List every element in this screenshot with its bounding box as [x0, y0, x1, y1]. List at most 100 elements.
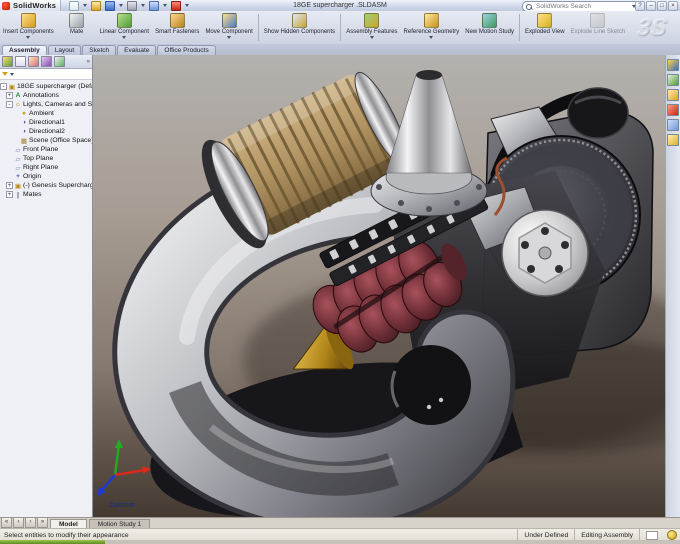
dimxpertmanager-tab-icon[interactable]	[41, 56, 52, 67]
tab-scroll-right-button[interactable]: ›	[25, 517, 36, 528]
tab-assembly[interactable]: Assembly	[2, 45, 47, 55]
linear-component-dropdown-icon[interactable]	[122, 36, 126, 39]
undo-dropdown-icon[interactable]	[163, 4, 167, 7]
tree-item-mates[interactable]: + ∥ Mates	[0, 190, 92, 199]
orientation-triad-icon[interactable]	[95, 437, 155, 499]
maximize-button[interactable]: □	[657, 1, 667, 11]
mate-icon	[69, 13, 84, 28]
pulley-hub[interactable]	[502, 210, 588, 296]
reference-geometry-button[interactable]: Reference Geometry	[401, 11, 463, 44]
open-icon[interactable]	[91, 1, 101, 11]
help-button[interactable]: ?	[635, 1, 645, 11]
tree-item-top-plane[interactable]: ▱ Top Plane	[0, 154, 92, 163]
save-icon[interactable]	[105, 1, 115, 11]
insert-components-button[interactable]: Insert Components	[0, 11, 57, 44]
tree-item-label: Right Plane	[23, 164, 58, 171]
tree-item-front-plane[interactable]: ▱ Front Plane	[0, 145, 92, 154]
panel-tabs: »	[0, 55, 92, 69]
button-label: Assembly Features	[346, 29, 397, 36]
close-button[interactable]: ×	[668, 1, 678, 11]
mate-button[interactable]: Mate	[57, 11, 97, 44]
filter-icon	[2, 72, 8, 76]
graphics-viewport[interactable]: Custom	[93, 55, 665, 517]
undo-icon[interactable]	[149, 1, 159, 11]
assembly-features-button[interactable]: Assembly Features	[343, 11, 400, 44]
insert-components-dropdown-icon[interactable]	[26, 36, 30, 39]
print-dropdown-icon[interactable]	[141, 4, 145, 7]
print-icon[interactable]	[127, 1, 137, 11]
minimize-button[interactable]: –	[646, 1, 656, 11]
assembly-features-dropdown-icon[interactable]	[370, 36, 374, 39]
featuremanager-tree-tab-icon[interactable]	[2, 56, 13, 67]
new-motion-study-button[interactable]: New Motion Study	[462, 11, 517, 44]
tree-item-annotations[interactable]: + A Annotations	[0, 91, 92, 100]
move-component-dropdown-icon[interactable]	[227, 36, 231, 39]
quick-tips-icon[interactable]	[667, 530, 677, 540]
tab-scroll-last-button[interactable]: »	[37, 517, 48, 528]
show-hidden-components-button[interactable]: Show Hidden Components	[261, 11, 338, 44]
plane-icon: ▱	[14, 164, 22, 172]
search-input[interactable]	[534, 2, 630, 11]
exploded-view-button[interactable]: Exploded View	[522, 11, 568, 44]
expander-icon[interactable]: +	[6, 92, 13, 99]
design-library-icon[interactable]	[667, 74, 679, 86]
reference-geometry-dropdown-icon[interactable]	[429, 36, 433, 39]
expander-icon[interactable]: +	[6, 182, 13, 189]
filter-dropdown-icon[interactable]	[10, 73, 14, 76]
tab-layout[interactable]: Layout	[48, 45, 82, 55]
file-explorer-icon[interactable]	[667, 89, 679, 101]
tab-evaluate[interactable]: Evaluate	[117, 45, 156, 55]
tree-item-genesis-supercharger[interactable]: + ▣ (-) Genesis Supercharger Final	[0, 181, 92, 190]
rebuild-icon[interactable]	[171, 1, 181, 11]
options-dropdown-icon[interactable]	[185, 4, 189, 7]
expander-icon[interactable]: -	[6, 101, 13, 108]
tree-item-ambient[interactable]: ● Ambient	[0, 109, 92, 118]
linear-component-button[interactable]: Linear Component	[97, 11, 152, 44]
tree-item-origin[interactable]: + Origin	[0, 172, 92, 181]
inlet-cavity[interactable]	[391, 345, 471, 425]
new-document-icon[interactable]	[69, 1, 79, 11]
tab-scroll-left-button[interactable]: ‹	[13, 517, 24, 528]
part-icon: ▣	[14, 182, 22, 190]
propertymanager-tab-icon[interactable]	[15, 56, 26, 67]
linear-component-pattern-icon	[117, 13, 132, 28]
tab-scroll-first-button[interactable]: «	[1, 517, 12, 528]
tree-item-right-plane[interactable]: ▱ Right Plane	[0, 163, 92, 172]
exploded-view-icon	[537, 13, 552, 28]
app-menu-button[interactable]: SolidWorks	[0, 0, 61, 11]
explode-line-sketch-button: Explode Line Sketch	[568, 11, 629, 44]
move-component-icon	[222, 13, 237, 28]
button-label: Mate	[70, 29, 83, 36]
new-dropdown-icon[interactable]	[83, 4, 87, 7]
tree-filter-row[interactable]	[0, 69, 92, 80]
move-component-button[interactable]: Move Component	[202, 11, 255, 44]
custom-properties-icon[interactable]	[667, 134, 679, 146]
reference-geometry-icon	[424, 13, 439, 28]
configurationmanager-tab-icon[interactable]	[28, 56, 39, 67]
bottom-strip	[0, 540, 680, 544]
tree-item-lights-cameras-scene[interactable]: - ☼ Lights, Cameras and Scene	[0, 100, 92, 109]
appearances-icon[interactable]	[667, 119, 679, 131]
panel-overflow-chevron[interactable]: »	[87, 59, 90, 65]
tree-item-directional2[interactable]: ◑ Directional2	[0, 127, 92, 136]
smart-fasteners-button[interactable]: Smart Fasteners	[152, 11, 202, 44]
button-label: New Motion Study	[465, 29, 514, 36]
quick-access-toolbar	[61, 1, 189, 11]
insert-components-icon	[21, 13, 36, 28]
view-palette-icon[interactable]	[667, 104, 679, 116]
tree-root-assembly[interactable]: - ▣ 18GE supercharger (Default<Displ	[0, 82, 92, 91]
expander-icon[interactable]: +	[6, 191, 13, 198]
scene-icon: ▦	[20, 137, 28, 145]
button-label: Reference Geometry	[404, 29, 460, 36]
expander-icon[interactable]: -	[0, 83, 7, 90]
save-dropdown-icon[interactable]	[119, 4, 123, 7]
tree-item-scene[interactable]: ▦ Scene (Office Space)	[0, 136, 92, 145]
tab-sketch[interactable]: Sketch	[82, 45, 116, 55]
tab-office-products[interactable]: Office Products	[157, 45, 215, 55]
tree-item-directional1[interactable]: ◑ Directional1	[0, 118, 92, 127]
main-area: » - ▣ 18GE supercharger (Default<Displ +…	[0, 55, 680, 517]
tree-item-label: Lights, Cameras and Scene	[23, 101, 92, 108]
displaymanager-tab-icon[interactable]	[54, 56, 65, 67]
viewport-canvas[interactable]	[93, 55, 665, 517]
solidworks-resources-icon[interactable]	[667, 59, 679, 71]
